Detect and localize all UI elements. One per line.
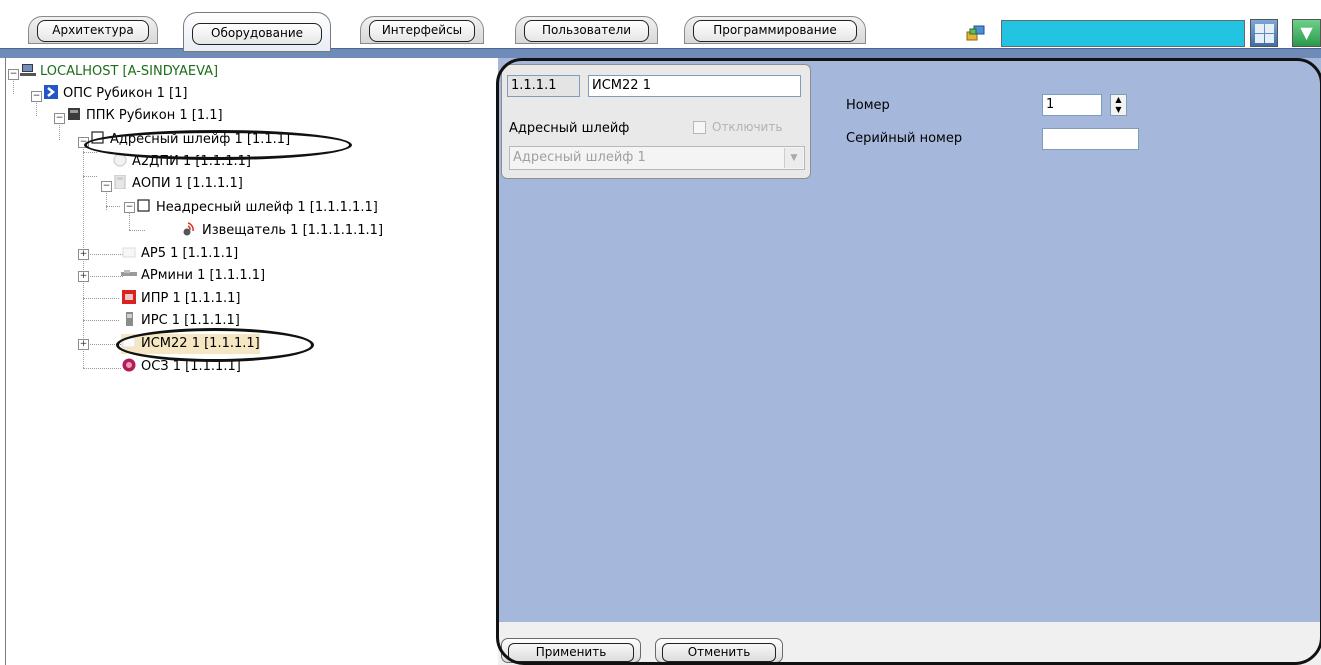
parent-select-value: Адресный шлейф 1	[513, 150, 646, 165]
cancel-button[interactable]: Отменить	[655, 638, 783, 663]
number-stepper[interactable]: ▲ ▼	[1110, 94, 1127, 116]
serial-label: Серийный номер	[846, 131, 963, 146]
objects-icon[interactable]	[966, 24, 986, 42]
tree-node-ism22[interactable]: ИСМ22 1 [1.1.1.1]	[121, 334, 260, 354]
apply-button-label: Применить	[508, 643, 634, 662]
tree-node-ppk-rubicon[interactable]: ППК Рубикон 1 [1.1]	[66, 106, 223, 126]
tab-programming-label: Программирование	[693, 20, 857, 42]
chevron-down-icon[interactable]: ▼	[784, 148, 803, 168]
tree-node-label: ОПС Рубикон 1 [1]	[63, 86, 188, 101]
expander-mini-icon	[121, 270, 137, 276]
control-panel-icon	[68, 108, 80, 120]
parent-label: Адресный шлейф	[509, 121, 630, 136]
top-tab-bar: Архитектура Интерфейсы Пользователи Прог…	[0, 0, 1321, 58]
tab-interfaces-label: Интерфейсы	[369, 20, 475, 42]
dropdown-arrow-icon[interactable]: ▼	[1292, 19, 1321, 47]
tab-users[interactable]: Пользователи	[515, 16, 658, 44]
tree-node-address-loop[interactable]: Адресный шлейф 1 [1.1.1]	[90, 130, 290, 150]
loop-checkbox-icon	[91, 131, 104, 144]
tree-node-label: ИСМ22 1 [1.1.1.1]	[141, 336, 260, 351]
tree-node-label: Извещатель 1 [1.1.1.1.1.1]	[202, 223, 384, 238]
tree-node-sensor[interactable]: Извещатель 1 [1.1.1.1.1.1]	[182, 221, 383, 241]
object-identity-group: 1.1.1.1 ИСМ22 1 Адресный шлейф Отключить…	[501, 64, 811, 179]
relay-icon	[126, 312, 133, 326]
computer-icon	[20, 64, 36, 76]
tab-users-label: Пользователи	[524, 20, 649, 42]
tree-node-label: ИРС 1 [1.1.1.1]	[141, 313, 240, 328]
tree-node-label: Неадресный шлейф 1 [1.1.1.1.1]	[156, 200, 378, 215]
tree-node-ar5[interactable]: АР5 1 [1.1.1.1]	[121, 244, 238, 264]
tab-architecture[interactable]: Архитектура	[28, 16, 158, 44]
tree-node-label: ОСЗ 1 [1.1.1.1]	[141, 359, 241, 374]
equipment-tree: − − − − − − + + + LOCALHOST [A-SINDYAEVA…	[5, 58, 490, 665]
tree-node-ipr[interactable]: ИПР 1 [1.1.1.1]	[121, 289, 241, 309]
tree-node-armini[interactable]: АРмини 1 [1.1.1.1]	[121, 266, 265, 286]
tree-node-osz[interactable]: ОСЗ 1 [1.1.1.1]	[121, 357, 241, 377]
parent-select[interactable]: Адресный шлейф 1 ▼	[509, 146, 805, 170]
siren-icon	[122, 358, 136, 372]
collapse-toggle[interactable]: −	[8, 69, 19, 80]
collapse-toggle[interactable]: −	[78, 137, 89, 148]
tree-node-label: ППК Рубикон 1 [1.1]	[86, 108, 223, 123]
tree-node-label: АРмини 1 [1.1.1.1]	[141, 268, 266, 283]
disable-checkbox[interactable]	[693, 121, 706, 134]
tab-programming[interactable]: Программирование	[684, 16, 866, 44]
loop-checkbox-icon	[137, 199, 150, 212]
apply-button[interactable]: Применить	[501, 638, 641, 663]
tree-node-label: А2ДПИ 1 [1.1.1.1]	[132, 154, 251, 169]
tab-architecture-label: Архитектура	[37, 20, 149, 42]
serial-input[interactable]	[1042, 128, 1139, 150]
executive-module-icon	[122, 337, 136, 348]
tree-node-localhost[interactable]: LOCALHOST [A-SINDYAEVA]	[20, 62, 218, 82]
collapse-toggle[interactable]: −	[101, 181, 112, 192]
collapse-toggle[interactable]: −	[31, 91, 42, 102]
tab-equipment-label: Оборудование	[192, 23, 322, 45]
tree-node-aopi[interactable]: АОПИ 1 [1.1.1.1]	[112, 174, 243, 194]
collapse-toggle[interactable]: −	[124, 202, 135, 213]
number-label: Номер	[846, 98, 890, 113]
expand-toggle[interactable]: +	[78, 271, 89, 282]
expander-icon	[122, 247, 136, 258]
name-field[interactable]: ИСМ22 1	[588, 75, 801, 97]
tree-node-label: LOCALHOST [A-SINDYAEVA]	[40, 64, 219, 79]
number-input[interactable]: 1	[1042, 94, 1102, 116]
expand-toggle[interactable]: +	[78, 249, 89, 260]
tree-node-nonaddress-loop[interactable]: Неадресный шлейф 1 [1.1.1.1.1]	[136, 198, 378, 218]
expand-toggle[interactable]: +	[78, 339, 89, 350]
module-icon	[114, 175, 126, 189]
cancel-button-label: Отменить	[662, 643, 776, 662]
tree-node-irs[interactable]: ИРС 1 [1.1.1.1]	[121, 311, 240, 331]
tree-node-label: ИПР 1 [1.1.1.1]	[141, 291, 241, 306]
collapse-toggle[interactable]: −	[54, 113, 65, 124]
tree-node-label: АОПИ 1 [1.1.1.1]	[132, 176, 243, 191]
sensor-icon	[183, 222, 194, 236]
detector-icon	[113, 153, 127, 167]
layout-grid-icon[interactable]	[1250, 19, 1278, 47]
tab-equipment[interactable]: Оборудование	[183, 12, 331, 52]
tab-interfaces[interactable]: Интерфейсы	[360, 16, 484, 44]
address-field: 1.1.1.1	[507, 75, 580, 97]
manual-call-point-icon	[122, 290, 136, 304]
rubicon-system-icon	[44, 85, 58, 99]
search-input[interactable]	[1001, 20, 1245, 47]
tree-node-a2dpi[interactable]: А2ДПИ 1 [1.1.1.1]	[112, 152, 251, 172]
tree-node-label: Адресный шлейф 1 [1.1.1]	[110, 132, 291, 147]
disable-label: Отключить	[712, 120, 783, 134]
tree-node-ops-rubicon[interactable]: ОПС Рубикон 1 [1]	[43, 84, 187, 104]
tree-node-label: АР5 1 [1.1.1.1]	[141, 246, 239, 261]
